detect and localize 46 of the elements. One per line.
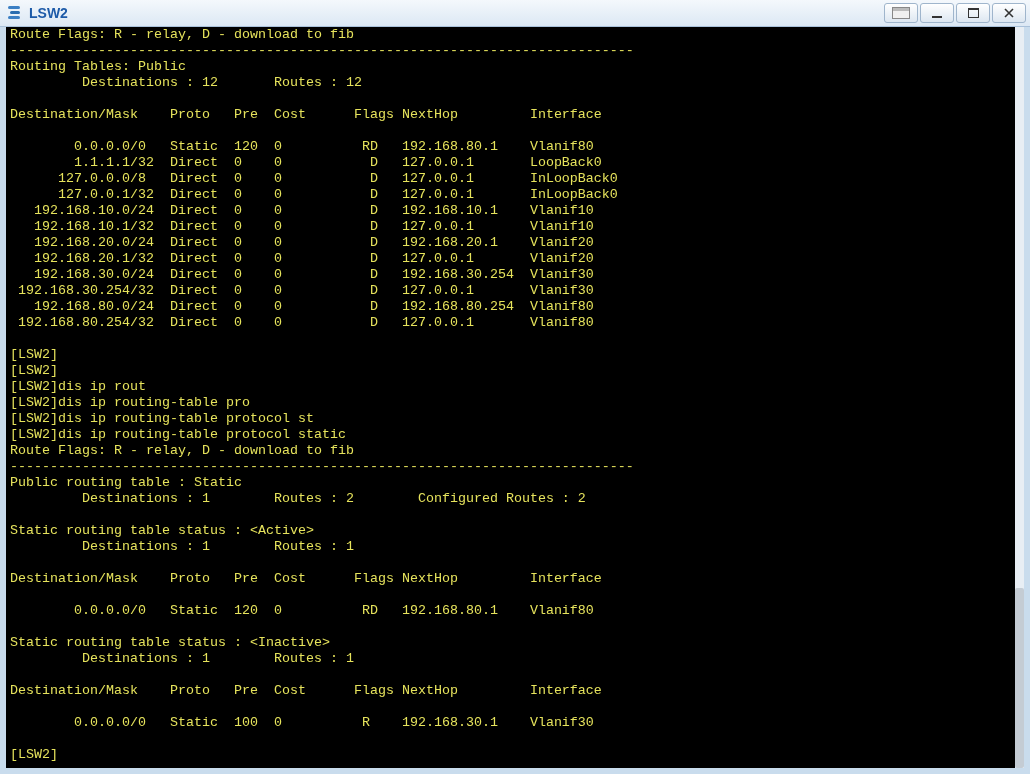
terminal-line: 1.1.1.1/32 Direct 0 0 D 127.0.0.1 LoopBack0 [73, 155, 602, 171]
terminal-line: 0.0.0.0/0 Static 120 0 RD 192.168.80.1 Vlanif80 [73, 603, 594, 619]
close-button[interactable] [992, 3, 1026, 23]
terminal-line: Route Flags: R - relay, D - download to fib [10, 443, 354, 459]
scrollbar[interactable] [1015, 27, 1024, 768]
terminal-line: 192.168.10.1/32 Direct 0 0 D 127.0.0.1 Vlanif10 [33, 219, 594, 235]
terminal-line: 127.0.0.1/32 Direct 0 0 D 127.0.0.1 InLoopBack0 [57, 187, 618, 203]
terminal-line: Destinations : 1 Routes : 1 [80, 539, 354, 555]
terminal-line: Destination/Mask Proto Pre Cost Flags NextHop Interface [10, 571, 602, 587]
terminal-line: [LSW2]dis ip routing-table protocol static [10, 427, 346, 443]
terminal-line: [LSW2]dis ip routing-table pro [10, 395, 250, 411]
close-icon [1004, 8, 1014, 18]
terminal-line: 192.168.10.0/24 Direct 0 0 D 192.168.10.1 Vlanif10 [33, 203, 594, 219]
terminal-line: 0.0.0.0/0 Static 120 0 RD 192.168.80.1 Vlanif80 [73, 139, 594, 155]
terminal-line: Destinations : 1 Routes : 1 [80, 651, 354, 667]
terminal-line: 127.0.0.0/8 Direct 0 0 D 127.0.0.1 InLoopBack0 [57, 171, 618, 187]
terminal-line: [LSW2]dis ip rout [10, 379, 146, 395]
terminal-line: Destination/Mask Proto Pre Cost Flags NextHop Interface [10, 683, 602, 699]
terminal-line: Public routing table : Static [10, 475, 242, 491]
terminal-line: Destination/Mask Proto Pre Cost Flags NextHop Interface [10, 107, 602, 123]
terminal-line: ------------------------------------------------------------------------------ [10, 43, 634, 59]
terminal-line: ------------------------------------------------------------------------------ [10, 459, 634, 475]
terminal-line: Routing Tables: Public [10, 59, 186, 75]
terminal-line: Destinations : 12 Routes : 12 [80, 75, 362, 91]
terminal-line: 192.168.30.254/32 Direct 0 0 D 127.0.0.1 Vlanif30 [17, 283, 594, 299]
terminal-line: Route Flags: R - relay, D - download to fib [10, 27, 354, 43]
minimize-icon [932, 15, 942, 18]
window-icon [892, 7, 910, 19]
terminal-line: Static routing table status : <Active> [10, 523, 314, 539]
terminal-line: 192.168.80.254/32 Direct 0 0 D 127.0.0.1 Vlanif80 [17, 315, 594, 331]
terminal-line: [LSW2] [10, 347, 58, 363]
window-title: LSW2 [29, 3, 68, 23]
terminal-line: Static routing table status : <Inactive> [10, 635, 330, 651]
terminal-line: 192.168.30.0/24 Direct 0 0 D 192.168.30.254 Vlanif30 [33, 267, 594, 283]
terminal-line: 0.0.0.0/0 Static 100 0 R 192.168.30.1 Vlanif30 [73, 715, 594, 731]
maximize-icon [967, 8, 979, 18]
terminal-line: 192.168.80.0/24 Direct 0 0 D 192.168.80.254 Vlanif80 [33, 299, 594, 315]
terminal-line: [LSW2]dis ip routing-table protocol st [10, 411, 314, 427]
terminal-line: [LSW2] [10, 747, 58, 763]
minimize-button[interactable] [920, 3, 954, 23]
scrollbar-thumb[interactable] [1015, 588, 1024, 768]
maximize-button[interactable] [956, 3, 990, 23]
terminal-line: [LSW2] [10, 363, 58, 379]
terminal-line: Destinations : 1 Routes : 2 Configured Routes : 2 [80, 491, 586, 507]
terminal-line: 192.168.20.0/24 Direct 0 0 D 192.168.20.1 Vlanif20 [33, 235, 594, 251]
terminal-line: 192.168.20.1/32 Direct 0 0 D 127.0.0.1 Vlanif20 [33, 251, 594, 267]
